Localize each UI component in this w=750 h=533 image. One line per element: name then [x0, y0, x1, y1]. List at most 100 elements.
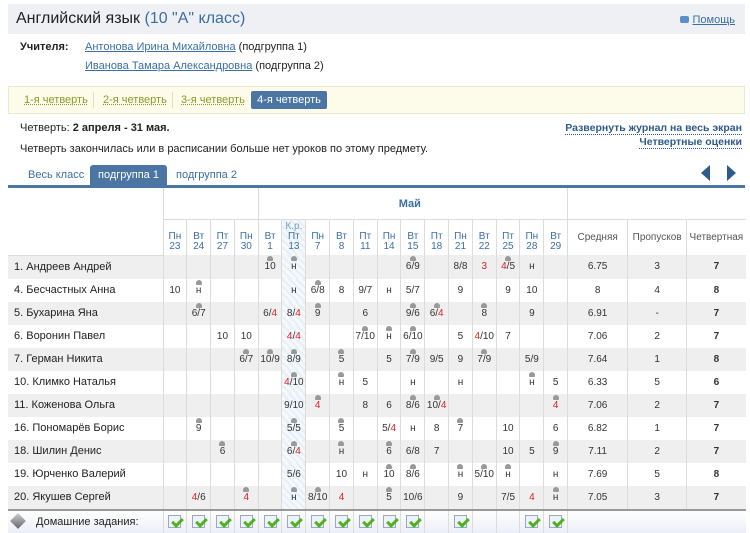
comment-icon[interactable] — [409, 348, 416, 354]
day-header[interactable]: Пн 28 — [519, 219, 544, 255]
mark-cell[interactable]: 4/5 — [495, 255, 520, 279]
mark-cell[interactable]: 4 — [519, 485, 544, 510]
mark-cell[interactable] — [257, 439, 282, 463]
mark-cell[interactable] — [210, 485, 235, 510]
student-name[interactable]: 10. Климко Наталья — [8, 371, 163, 394]
comment-icon[interactable] — [243, 486, 250, 492]
mark-cell[interactable] — [210, 301, 235, 325]
mark-cell[interactable]: 5/7 — [400, 278, 425, 302]
mark-cell[interactable] — [495, 393, 520, 417]
quarter-2[interactable]: 2-я четверть — [103, 94, 167, 106]
homework-check-icon[interactable] — [311, 515, 325, 528]
mark-cell[interactable]: 5 — [376, 347, 401, 371]
mark-cell[interactable] — [424, 485, 449, 510]
mark-cell[interactable]: 6/4 — [281, 439, 306, 463]
help-link[interactable]: Помощь — [679, 14, 735, 26]
homework-check-icon[interactable] — [215, 515, 229, 528]
mark-cell[interactable]: 10/9 — [257, 347, 282, 371]
mark-cell[interactable]: 10/6 — [400, 485, 425, 510]
mark-cell[interactable]: 10 — [210, 324, 235, 348]
mark-cell[interactable] — [448, 301, 473, 325]
quarter-3[interactable]: 3-я четверть — [181, 94, 245, 106]
mark-cell[interactable]: н — [400, 370, 425, 394]
homework-check-icon[interactable] — [406, 515, 420, 528]
comment-icon[interactable] — [290, 440, 297, 446]
mark-cell[interactable] — [186, 255, 211, 279]
mark-cell[interactable] — [233, 301, 259, 325]
comment-icon[interactable] — [290, 486, 297, 492]
mark-cell[interactable]: н — [329, 439, 354, 463]
mark-cell[interactable] — [233, 255, 259, 279]
mark-cell[interactable] — [424, 324, 449, 348]
mark-cell[interactable] — [352, 439, 378, 463]
mark-cell[interactable] — [210, 393, 235, 417]
comment-icon[interactable] — [505, 256, 512, 261]
mark-cell[interactable]: 5/10 — [471, 462, 497, 486]
mark-cell[interactable] — [210, 370, 235, 394]
mark-cell[interactable] — [424, 370, 449, 394]
teacher-link[interactable]: Антонова Ирина Михайловна — [85, 41, 236, 53]
mark-cell[interactable]: 9 — [448, 278, 473, 302]
mark-cell[interactable] — [210, 347, 235, 371]
homework-check-icon[interactable] — [168, 515, 182, 528]
tab-subgroup-1[interactable]: подгруппа 1 — [90, 165, 167, 185]
comment-icon[interactable] — [409, 463, 416, 469]
mark-cell[interactable]: н — [329, 370, 354, 394]
mark-cell[interactable] — [257, 485, 282, 510]
comment-icon[interactable] — [290, 256, 297, 261]
mark-cell[interactable] — [257, 278, 282, 302]
mark-cell[interactable]: 7 — [448, 416, 473, 440]
mark-cell[interactable]: 6/7 — [186, 301, 211, 325]
mark-cell[interactable] — [543, 347, 568, 371]
mark-cell[interactable]: 3 — [471, 255, 497, 279]
mark-cell[interactable]: 9/10 — [281, 393, 306, 417]
mark-cell[interactable] — [495, 301, 520, 325]
day-header[interactable]: Пт 18 — [424, 219, 449, 255]
mark-cell[interactable] — [257, 324, 282, 348]
comment-icon[interactable] — [314, 279, 321, 285]
mark-cell[interactable] — [448, 393, 473, 417]
mark-cell[interactable] — [210, 416, 235, 440]
student-name[interactable]: 1. Андреев Андрей — [8, 255, 163, 279]
comment-icon[interactable] — [552, 394, 559, 400]
comment-icon[interactable] — [314, 302, 321, 308]
comment-icon[interactable] — [457, 463, 464, 469]
mark-cell[interactable]: н — [352, 462, 378, 486]
mark-cell[interactable]: 5 — [519, 439, 544, 463]
mark-cell[interactable]: 4 — [305, 393, 330, 417]
mark-cell[interactable] — [305, 416, 330, 440]
student-name[interactable]: 16. Пономарёв Борис — [8, 417, 163, 440]
homework-check-icon[interactable] — [334, 515, 348, 528]
mark-cell[interactable]: н — [519, 255, 544, 279]
mark-cell[interactable]: 5/4 — [376, 416, 401, 440]
mark-cell[interactable] — [329, 255, 354, 279]
comment-icon[interactable] — [267, 256, 274, 261]
mark-cell[interactable]: 9 — [448, 347, 473, 371]
homework-cell[interactable] — [400, 508, 425, 533]
tab-whole-class[interactable]: Весь класс — [20, 165, 92, 185]
comment-icon[interactable] — [386, 325, 393, 331]
mark-cell[interactable] — [162, 324, 187, 348]
mark-cell[interactable]: н — [376, 324, 401, 348]
mark-cell[interactable] — [471, 485, 497, 510]
comment-icon[interactable] — [290, 371, 297, 377]
student-name[interactable]: 4. Бесчастных Анна — [8, 279, 163, 302]
mark-cell[interactable]: 10 — [519, 278, 544, 302]
mark-cell[interactable] — [162, 255, 187, 279]
mark-cell[interactable] — [186, 324, 211, 348]
mark-cell[interactable]: 4/4 — [281, 324, 306, 348]
quarter-1[interactable]: 1-я четверть — [24, 94, 88, 106]
mark-cell[interactable]: 6 — [543, 416, 568, 440]
mark-cell[interactable]: н — [519, 370, 544, 394]
mark-cell[interactable]: 10 — [495, 416, 520, 440]
mark-cell[interactable]: 7/9 — [471, 347, 497, 371]
comment-icon[interactable] — [314, 486, 321, 492]
homework-check-icon[interactable] — [382, 515, 396, 528]
mark-cell[interactable]: 6/4 — [257, 301, 282, 325]
comment-icon[interactable] — [386, 463, 393, 469]
mark-cell[interactable] — [162, 439, 187, 463]
mark-cell[interactable] — [186, 439, 211, 463]
homework-cell[interactable] — [329, 508, 354, 533]
teacher-link[interactable]: Иванова Тамара Александровна — [85, 60, 252, 72]
mark-cell[interactable] — [162, 301, 187, 325]
